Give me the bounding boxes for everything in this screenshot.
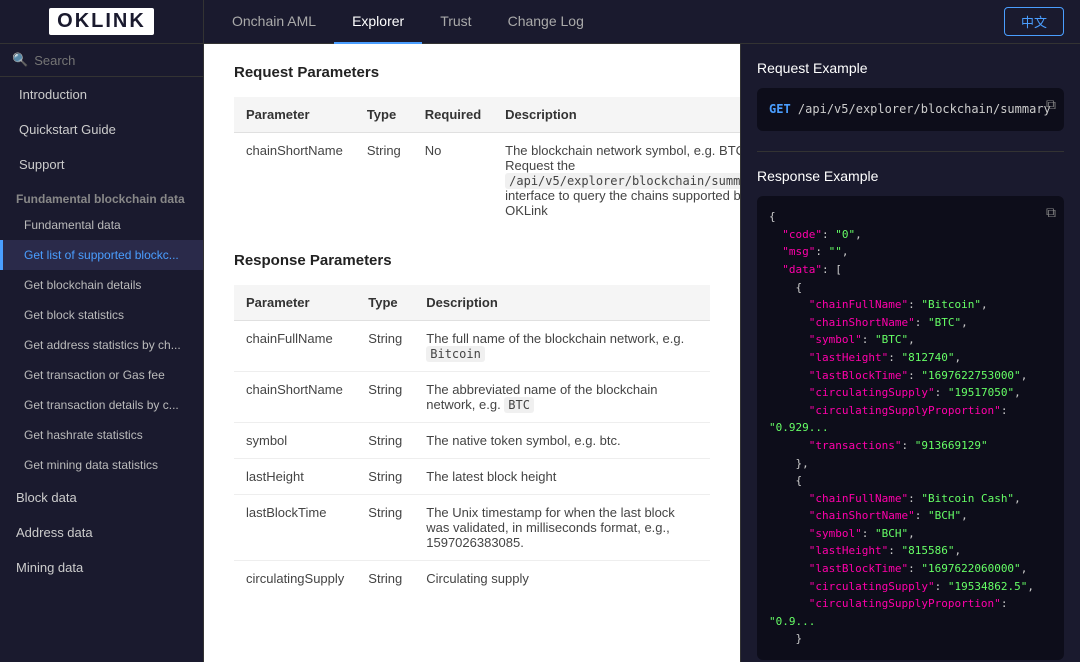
req-param-desc: The blockchain network symbol, e.g. BTC.… — [493, 133, 740, 229]
response-example-block: ⧉ { "code": "0", "msg": "", "data": [ { … — [757, 196, 1064, 660]
res-param-symbol-desc: The native token symbol, e.g. btc. — [414, 423, 710, 459]
res-param-circulatingSupply-desc: Circulating supply — [414, 561, 710, 597]
content-inner: Request Parameters Parameter Type Requir… — [204, 44, 740, 640]
sidebar-item-get-hashrate[interactable]: Get hashrate statistics — [0, 420, 203, 450]
request-example-title: Request Example — [757, 60, 1064, 76]
search-bar: 🔍 — [0, 44, 203, 77]
res-param-lastBlockTime: lastBlockTime — [234, 495, 356, 561]
logo-area: OKLINK — [0, 0, 204, 43]
response-params-title: Response Parameters — [234, 252, 710, 269]
sidebar-item-get-mining-data[interactable]: Get mining data statistics — [0, 450, 203, 480]
res-param-chainFullName-desc: The full name of the blockchain network,… — [414, 321, 710, 372]
table-row: chainShortName String The abbreviated na… — [234, 372, 710, 423]
req-param-name: chainShortName — [234, 133, 355, 229]
nav-explorer[interactable]: Explorer — [334, 0, 422, 44]
copy-request-button[interactable]: ⧉ — [1046, 96, 1056, 113]
copy-response-button[interactable]: ⧉ — [1046, 204, 1056, 221]
req-col-parameter: Parameter — [234, 97, 355, 133]
main-layout: 🔍 Introduction Quickstart Guide Support … — [0, 44, 1080, 662]
search-icon: 🔍 — [12, 52, 28, 68]
request-params-table: Parameter Type Required Description chai… — [234, 97, 740, 228]
nav-onchain-aml[interactable]: Onchain AML — [214, 0, 334, 44]
lang-button[interactable]: 中文 — [1004, 7, 1064, 36]
nav-changelog[interactable]: Change Log — [490, 0, 602, 44]
table-row: chainFullName String The full name of th… — [234, 321, 710, 372]
right-panel: Request Example ⧉ GET /api/v5/explorer/b… — [740, 44, 1080, 662]
response-params-table: Parameter Type Description chainFullName… — [234, 285, 710, 596]
sidebar-section-mining-data[interactable]: Mining data — [0, 550, 203, 585]
sidebar-item-get-transaction-gas[interactable]: Get transaction or Gas fee — [0, 360, 203, 390]
res-param-chainShortName-desc: The abbreviated name of the blockchain n… — [414, 372, 710, 423]
sidebar-item-get-list[interactable]: Get list of supported blockc... — [0, 240, 203, 270]
res-param-lastHeight-type: String — [356, 459, 414, 495]
nav-links: Onchain AML Explorer Trust Change Log — [204, 0, 1004, 44]
req-param-type: String — [355, 133, 413, 229]
table-row: lastHeight String The latest block heigh… — [234, 459, 710, 495]
req-col-required: Required — [413, 97, 493, 133]
res-param-chainFullName: chainFullName — [234, 321, 356, 372]
request-url: /api/v5/explorer/blockchain/summary — [798, 102, 1051, 116]
divider — [757, 151, 1064, 152]
res-param-symbol-type: String — [356, 423, 414, 459]
res-param-circulatingSupply-type: String — [356, 561, 414, 597]
nav-trust[interactable]: Trust — [422, 0, 489, 44]
topnav: OKLINK Onchain AML Explorer Trust Change… — [0, 0, 1080, 44]
sidebar: 🔍 Introduction Quickstart Guide Support … — [0, 44, 204, 662]
sidebar-item-get-address-statistics[interactable]: Get address statistics by ch... — [0, 330, 203, 360]
request-method: GET — [769, 102, 791, 116]
sidebar-item-get-block-statistics[interactable]: Get block statistics — [0, 300, 203, 330]
sidebar-group-fundamental: Fundamental blockchain data — [0, 182, 203, 210]
res-col-type: Type — [356, 285, 414, 321]
res-col-parameter: Parameter — [234, 285, 356, 321]
request-example-block: ⧉ GET /api/v5/explorer/blockchain/summar… — [757, 88, 1064, 131]
sidebar-subgroup-fundamental-data[interactable]: Fundamental data — [0, 210, 203, 240]
sidebar-item-get-blockchain-details[interactable]: Get blockchain details — [0, 270, 203, 300]
sidebar-item-introduction[interactable]: Introduction — [0, 77, 203, 112]
sidebar-item-support[interactable]: Support — [0, 147, 203, 182]
res-param-lastBlockTime-type: String — [356, 495, 414, 561]
logo: OKLINK — [49, 8, 154, 35]
table-row: lastBlockTime String The Unix timestamp … — [234, 495, 710, 561]
req-col-type: Type — [355, 97, 413, 133]
res-param-chainFullName-type: String — [356, 321, 414, 372]
sidebar-item-quickstart[interactable]: Quickstart Guide — [0, 112, 203, 147]
sidebar-section-block-data[interactable]: Block data — [0, 480, 203, 515]
content-area: Request Parameters Parameter Type Requir… — [204, 44, 740, 662]
req-param-required: No — [413, 133, 493, 229]
search-input[interactable] — [34, 53, 204, 68]
sidebar-section-address-data[interactable]: Address data — [0, 515, 203, 550]
res-param-circulatingSupply: circulatingSupply — [234, 561, 356, 597]
res-col-description: Description — [414, 285, 710, 321]
table-row: chainShortName String No The blockchain … — [234, 133, 740, 229]
response-example-title: Response Example — [757, 168, 1064, 184]
table-row: symbol String The native token symbol, e… — [234, 423, 710, 459]
res-param-chainShortName: chainShortName — [234, 372, 356, 423]
request-params-title: Request Parameters — [234, 64, 710, 81]
req-col-description: Description — [493, 97, 740, 133]
res-param-lastBlockTime-desc: The Unix timestamp for when the last blo… — [414, 495, 710, 561]
res-param-symbol: symbol — [234, 423, 356, 459]
res-param-lastHeight-desc: The latest block height — [414, 459, 710, 495]
res-param-lastHeight: lastHeight — [234, 459, 356, 495]
table-row: circulatingSupply String Circulating sup… — [234, 561, 710, 597]
sidebar-item-get-transaction-details[interactable]: Get transaction details by c... — [0, 390, 203, 420]
res-param-chainShortName-type: String — [356, 372, 414, 423]
